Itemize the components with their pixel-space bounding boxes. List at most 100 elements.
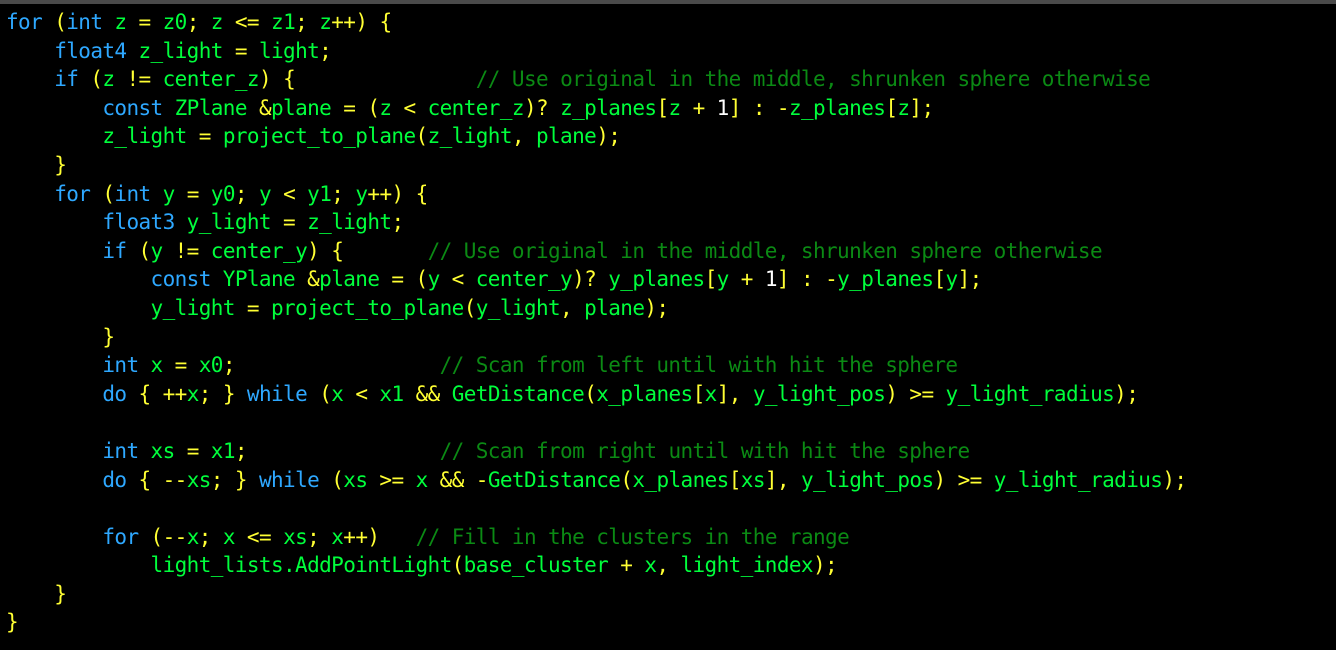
code-token: { (138, 381, 152, 406)
code-token: z (897, 95, 910, 120)
code-token: [ (885, 95, 898, 120)
code-token: ); (596, 124, 621, 149)
code-token: y_planes (608, 267, 705, 292)
code-line: if (z != center_z) { // Use original in … (6, 65, 1186, 94)
code-token: ; (391, 210, 404, 235)
code-token: xs (283, 524, 308, 549)
code-token: [ (728, 467, 742, 492)
code-token: ); (1114, 381, 1139, 406)
code-token: = (234, 38, 248, 63)
code-comment: // Scan from right until with hit the sp… (439, 438, 971, 463)
code-line: light_lists.AddPointLight(base_cluster +… (6, 551, 1186, 580)
code-token: base_cluster (463, 553, 609, 578)
code-token: const (150, 267, 212, 292)
code-line: if (y != center_y) { // Use original in … (6, 237, 1186, 266)
code-token: (-- (150, 524, 188, 549)
code-token: : (752, 95, 766, 120)
code-token: xs (343, 467, 368, 492)
code-token: x (186, 381, 200, 406)
code-token: light_index (680, 553, 813, 578)
code-token: ( (102, 181, 115, 206)
code-token: 1 (764, 267, 778, 292)
code-token: y_light_pos (752, 381, 886, 406)
code-line: z_light = project_to_plane(z_light, plan… (6, 122, 1186, 151)
code-token: >= (957, 467, 983, 492)
code-token: < (283, 181, 296, 206)
code-token: project_to_plane (270, 295, 464, 320)
code-token: y_light (475, 295, 561, 320)
code-token: ( (584, 381, 597, 406)
code-token: ]; (957, 267, 983, 292)
code-token: ) (258, 67, 272, 92)
code-token: do (102, 381, 127, 406)
code-token: ; (295, 10, 308, 34)
code-token: } (54, 152, 67, 177)
code-editor[interactable]: for (int z = z0; z <= z1; z++) { float4 … (6, 8, 1187, 637)
code-token: && (439, 467, 465, 492)
code-line: y_light = project_to_plane(y_light, plan… (6, 294, 1186, 323)
code-token: x_planes (596, 381, 693, 406)
code-token: ); (644, 295, 669, 320)
code-token: x (704, 381, 718, 406)
code-token: ++) (367, 181, 404, 206)
code-line: for (int y = y0; y < y1; y++) { (6, 180, 1186, 209)
code-token: = (174, 353, 188, 378)
code-token: - (475, 467, 489, 492)
code-token: != (126, 67, 151, 92)
code-token: ( (463, 295, 477, 320)
code-token: y1 (307, 181, 332, 206)
code-token: -- (162, 467, 188, 492)
code-token: y_light_radius (945, 381, 1115, 406)
code-line: do { ++x; } while (x < x1 && GetDistance… (6, 380, 1186, 409)
code-token: < (355, 381, 368, 406)
code-token: ; (307, 524, 320, 549)
window-top-border (0, 0, 1336, 4)
code-token: for (6, 10, 43, 34)
code-token: ] (728, 95, 742, 120)
code-token: x (415, 467, 429, 492)
code-token: z (668, 95, 681, 120)
code-token: [ (692, 381, 706, 406)
code-token: ; (222, 353, 236, 378)
code-token: z_planes (788, 95, 886, 120)
code-token: ( (620, 467, 633, 492)
code-token: ( (367, 95, 380, 120)
